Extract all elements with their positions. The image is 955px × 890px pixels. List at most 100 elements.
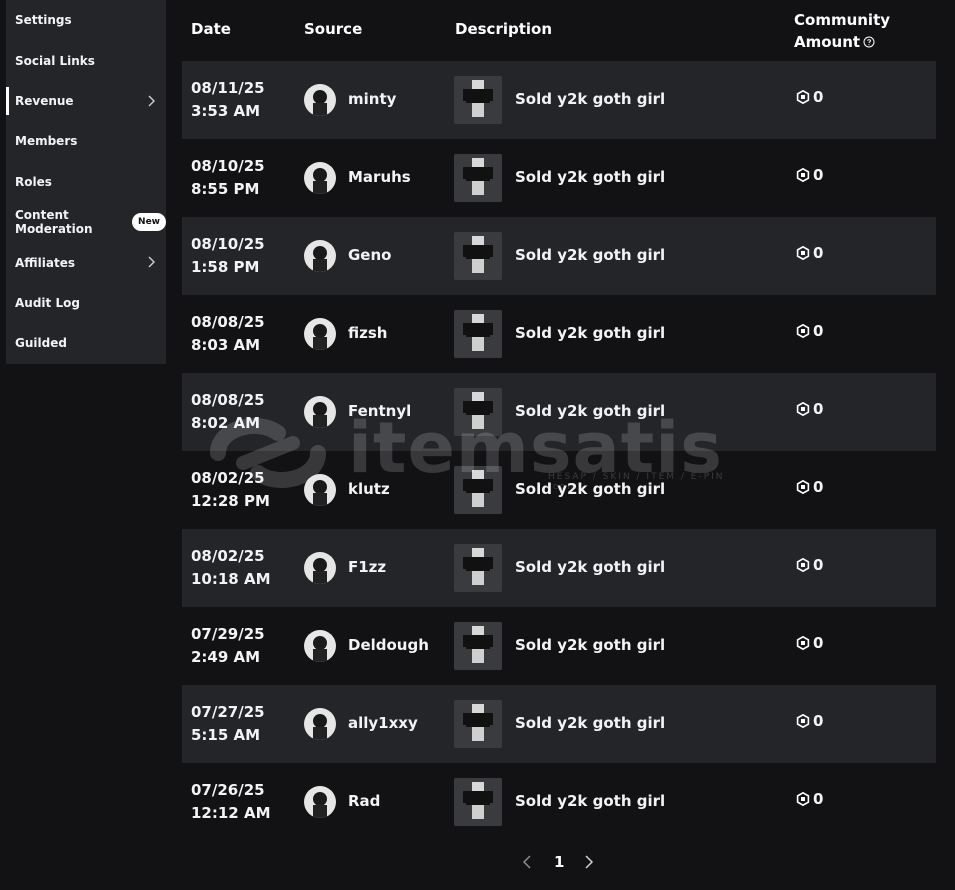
amount-value: 0 (813, 478, 824, 496)
row-time: 12:12 AM (191, 804, 271, 822)
chevron-left-icon[interactable] (520, 854, 536, 870)
item-thumbnail[interactable] (454, 232, 502, 280)
date-cell: 08/08/25 8:03 AM (191, 311, 265, 357)
source-name[interactable]: Deldough (348, 636, 429, 654)
item-thumbnail[interactable] (454, 76, 502, 124)
table-row: 08/02/25 12:28 PM klutz Sold y2k goth girl 0 (182, 451, 936, 529)
table-row: 08/08/25 8:03 AM fizsh Sold y2k goth girl 0 (182, 295, 936, 373)
chevron-right-icon (148, 256, 155, 268)
item-thumbnail[interactable] (454, 154, 502, 202)
source-name[interactable]: F1zz (348, 558, 386, 576)
amount-header-line1: Community (794, 11, 891, 29)
amount-cell: 0 (796, 88, 823, 106)
sidebar-item-settings[interactable]: Settings (6, 0, 166, 40)
item-thumbnail[interactable] (454, 778, 502, 826)
source-name[interactable]: Maruhs (348, 168, 411, 186)
description-text: Sold y2k goth girl (515, 246, 666, 264)
revenue-table: Date Source Description Community Amount… (182, 0, 936, 841)
row-date: 08/11/25 (191, 79, 265, 97)
sidebar-item-roles[interactable]: Roles (6, 162, 166, 202)
table-row: 08/02/25 10:18 AM F1zz Sold y2k goth girl 0 (182, 529, 936, 607)
sidebar-item-revenue[interactable]: Revenue (6, 81, 166, 121)
amount-cell: 0 (796, 166, 823, 184)
row-date: 07/27/25 (191, 703, 265, 721)
amount-cell: 0 (796, 634, 823, 652)
amount-value: 0 (813, 634, 824, 652)
row-date: 07/26/25 (191, 781, 265, 799)
amount-value: 0 (813, 166, 824, 184)
help-circle-icon[interactable] (863, 36, 875, 48)
description-text: Sold y2k goth girl (515, 636, 666, 654)
item-thumbnail[interactable] (454, 622, 502, 670)
date-cell: 07/26/25 12:12 AM (191, 779, 271, 825)
item-thumbnail[interactable] (454, 544, 502, 592)
amount-cell: 0 (796, 400, 823, 418)
robux-icon (796, 90, 810, 104)
avatar[interactable] (304, 786, 336, 818)
row-time: 1:58 PM (191, 258, 260, 276)
row-time: 8:03 AM (191, 336, 261, 354)
source-name[interactable]: Fentnyl (348, 402, 411, 420)
source-name[interactable]: ally1xxy (348, 714, 418, 732)
amount-cell: 0 (796, 556, 823, 574)
column-header-date: Date (191, 20, 231, 38)
table-row: 07/26/25 12:12 AM Rad Sold y2k goth girl 0 (182, 763, 936, 841)
source-name[interactable]: Rad (348, 792, 380, 810)
robux-icon (796, 246, 810, 260)
avatar[interactable] (304, 552, 336, 584)
date-cell: 08/11/25 3:53 AM (191, 77, 265, 123)
description-text: Sold y2k goth girl (515, 558, 666, 576)
item-thumbnail[interactable] (454, 310, 502, 358)
avatar[interactable] (304, 474, 336, 506)
amount-value: 0 (813, 244, 824, 262)
description-text: Sold y2k goth girl (515, 480, 666, 498)
source-name[interactable]: klutz (348, 480, 390, 498)
chevron-right-icon[interactable] (580, 854, 596, 870)
item-thumbnail[interactable] (454, 700, 502, 748)
robux-icon (796, 402, 810, 416)
sidebar-item-affiliates[interactable]: Affiliates (6, 242, 166, 282)
avatar[interactable] (304, 708, 336, 740)
description-text: Sold y2k goth girl (515, 90, 666, 108)
current-page[interactable]: 1 (554, 853, 564, 871)
date-cell: 08/08/25 8:02 AM (191, 389, 265, 435)
avatar[interactable] (304, 240, 336, 272)
row-time: 8:02 AM (191, 414, 261, 432)
sidebar-item-guilded[interactable]: Guilded (6, 323, 166, 363)
sidebar-nav: Settings Social Links Revenue Members Ro… (6, 0, 166, 364)
sidebar-item-social-links[interactable]: Social Links (6, 40, 166, 80)
sidebar-item-content-moderation[interactable]: Content Moderation New (6, 202, 166, 242)
source-name[interactable]: Geno (348, 246, 391, 264)
amount-cell: 0 (796, 712, 823, 730)
sidebar-item-audit-log[interactable]: Audit Log (6, 283, 166, 323)
avatar[interactable] (304, 396, 336, 428)
avatar[interactable] (304, 84, 336, 116)
new-badge: New (132, 213, 166, 232)
robux-icon (796, 324, 810, 338)
robux-icon (796, 636, 810, 650)
item-thumbnail[interactable] (454, 466, 502, 514)
description-text: Sold y2k goth girl (515, 792, 666, 810)
amount-value: 0 (813, 712, 824, 730)
row-date: 08/08/25 (191, 313, 265, 331)
date-cell: 07/29/25 2:49 AM (191, 623, 265, 669)
avatar[interactable] (304, 630, 336, 662)
source-name[interactable]: fizsh (348, 324, 387, 342)
row-date: 08/02/25 (191, 547, 265, 565)
robux-icon (796, 168, 810, 182)
amount-cell: 0 (796, 790, 823, 808)
table-row: 08/10/25 1:58 PM Geno Sold y2k goth girl 0 (182, 217, 936, 295)
avatar[interactable] (304, 318, 336, 350)
sidebar-item-label: Roles (15, 174, 52, 189)
item-thumbnail[interactable] (454, 388, 502, 436)
column-header-source: Source (304, 20, 363, 38)
table-row: 07/27/25 5:15 AM ally1xxy Sold y2k goth gir… (182, 685, 936, 763)
avatar[interactable] (304, 162, 336, 194)
sidebar-item-members[interactable]: Members (6, 121, 166, 161)
source-name[interactable]: minty (348, 90, 396, 108)
row-date: 08/10/25 (191, 235, 265, 253)
row-date: 07/29/25 (191, 625, 265, 643)
table-row: 07/29/25 2:49 AM Deldough Sold y2k goth gir… (182, 607, 936, 685)
sidebar-item-label: Audit Log (15, 295, 80, 310)
row-time: 8:55 PM (191, 180, 260, 198)
